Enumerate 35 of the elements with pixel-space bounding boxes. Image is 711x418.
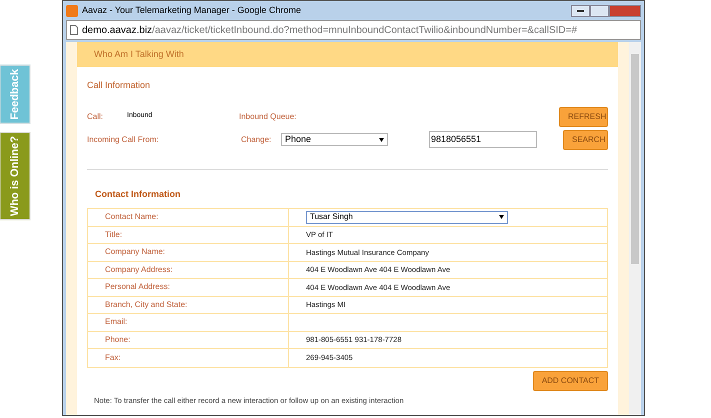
url-host: demo.aavaz.biz [82, 24, 152, 36]
contact-name-select[interactable]: Tusar Singh [306, 210, 508, 224]
call-information-title: Call Information [87, 79, 152, 92]
section-header: Who Am I Talking With [77, 42, 618, 67]
minimize-button[interactable] [571, 4, 590, 16]
call-label: Call: [87, 110, 104, 122]
url-path: /aavaz/ticket/ticketInbound.do?method=mnuInboundContactTwilio&inboundNumber=&callSID=# [152, 24, 578, 36]
address-bar[interactable]: demo.aavaz.biz/aavaz/ticket/ticketInbound.do?method=mnuInboundContactTwilio&inboundNumber=&callSID=# [66, 20, 641, 40]
dropdown-arrow-icon [379, 138, 384, 142]
field-label: Title: [105, 228, 122, 241]
dropdown-arrow-icon [499, 215, 504, 220]
refresh-button[interactable]: REFRESH [559, 106, 608, 126]
field-label: Contact Name: [105, 211, 158, 224]
field-label: Company Address: [105, 264, 173, 276]
page-icon [70, 25, 78, 35]
field-label: Branch, City and State: [105, 298, 188, 311]
field-label: Company Name: [105, 246, 166, 258]
field-label: Fax: [105, 352, 121, 364]
side-tab[interactable]: Who is Online? [0, 132, 30, 220]
window-title: Aavaz - Your Telemarketing Manager - Google Chrome [82, 4, 301, 17]
change-select[interactable]: Phone [281, 133, 388, 146]
app-icon [66, 4, 78, 16]
inbound-queue-label: Inbound Queue: [239, 110, 296, 122]
add-contact-button[interactable]: ADD CONTACT [532, 370, 608, 390]
field-label: Email: [105, 316, 128, 328]
number-field[interactable]: 9818056551 [429, 131, 537, 148]
side-tab[interactable]: Feedback [0, 65, 30, 124]
field-label: Personal Address: [105, 281, 170, 294]
search-button[interactable]: SEARCH [563, 130, 608, 150]
close-button[interactable] [609, 4, 641, 16]
incoming-call-label: Incoming Call From: [87, 134, 160, 146]
contact-information-title: Contact Information [94, 188, 182, 200]
minimize-icon [577, 10, 584, 12]
field-label: Phone: [105, 334, 130, 346]
change-label: Change: [241, 134, 272, 146]
